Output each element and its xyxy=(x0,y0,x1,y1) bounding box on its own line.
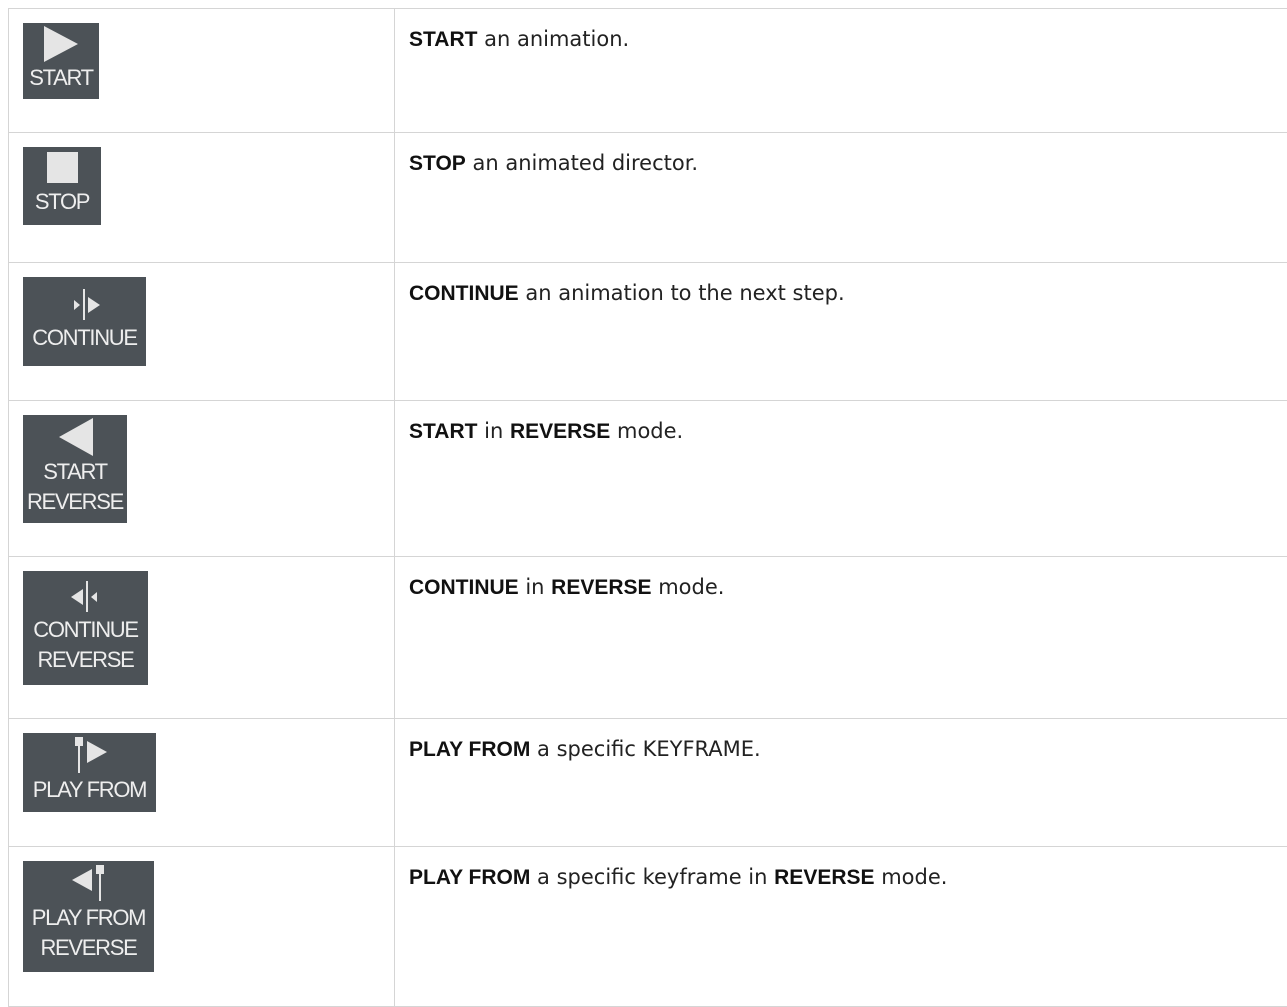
stop-icon xyxy=(23,151,101,187)
button-reference-table: START START an animation. STOP STOP an a… xyxy=(8,8,1287,1007)
button-label: STOP xyxy=(23,187,101,217)
play-from-reverse-button[interactable]: PLAY FROM REVERSE xyxy=(23,861,154,972)
description-cell: PLAY FROM a specific keyframe in REVERSE… xyxy=(395,847,1287,1007)
continue-reverse-icon xyxy=(23,579,148,615)
description-text: a specific KEYFRAME. xyxy=(530,737,760,761)
continue-button[interactable]: CONTINUE xyxy=(23,277,146,366)
continue-icon xyxy=(23,287,146,323)
button-label: REVERSE xyxy=(23,645,148,675)
button-label: REVERSE xyxy=(23,933,154,963)
description-keyword: PLAY FROM xyxy=(409,738,530,761)
button-label: START xyxy=(23,63,99,93)
table-row: START START an animation. xyxy=(9,9,1287,133)
description-keyword: REVERSE xyxy=(551,576,651,599)
icon-cell: START REVERSE xyxy=(9,401,395,557)
description-keyword: REVERSE xyxy=(774,866,874,889)
description-text: an animation. xyxy=(477,27,629,51)
button-label: START xyxy=(23,457,127,487)
table-row: STOP STOP an animated director. xyxy=(9,133,1287,263)
description-cell: STOP an animated director. xyxy=(395,133,1287,263)
button-label: PLAY FROM xyxy=(23,775,156,805)
start-button[interactable]: START xyxy=(23,23,99,99)
icon-cell: CONTINUE xyxy=(9,263,395,401)
play-from-button[interactable]: PLAY FROM xyxy=(23,733,156,812)
description-text: an animated director. xyxy=(466,151,698,175)
description-keyword: START xyxy=(409,28,477,51)
icon-cell: START xyxy=(9,9,395,133)
description-keyword: STOP xyxy=(409,152,466,175)
button-label: REVERSE xyxy=(23,487,127,517)
description-cell: CONTINUE in REVERSE mode. xyxy=(395,557,1287,719)
icon-cell: CONTINUE REVERSE xyxy=(9,557,395,719)
description-cell: START an animation. xyxy=(395,9,1287,133)
icon-cell: PLAY FROM xyxy=(9,719,395,847)
stop-button[interactable]: STOP xyxy=(23,147,101,225)
description-cell: CONTINUE an animation to the next step. xyxy=(395,263,1287,401)
button-label: CONTINUE xyxy=(23,615,148,645)
button-label: CONTINUE xyxy=(23,323,146,353)
reverse-play-icon xyxy=(23,417,127,457)
table-row: CONTINUE REVERSE CONTINUE in REVERSE mod… xyxy=(9,557,1287,719)
description-keyword: CONTINUE xyxy=(409,282,519,305)
description-cell: START in REVERSE mode. xyxy=(395,401,1287,557)
description-text: mode. xyxy=(652,575,725,599)
icon-cell: STOP xyxy=(9,133,395,263)
start-reverse-button[interactable]: START REVERSE xyxy=(23,415,127,523)
description-cell: PLAY FROM a specific KEYFRAME. xyxy=(395,719,1287,847)
description-text: mode. xyxy=(875,865,948,889)
play-from-icon xyxy=(23,735,156,775)
continue-reverse-button[interactable]: CONTINUE REVERSE xyxy=(23,571,148,685)
table-row: PLAY FROM REVERSE PLAY FROM a specific k… xyxy=(9,847,1287,1007)
description-keyword: PLAY FROM xyxy=(409,866,530,889)
description-keyword: REVERSE xyxy=(510,420,610,443)
description-text: mode. xyxy=(610,419,683,443)
icon-cell: PLAY FROM REVERSE xyxy=(9,847,395,1007)
description-text: in xyxy=(477,419,510,443)
description-text: an animation to the next step. xyxy=(519,281,845,305)
button-label: PLAY FROM xyxy=(23,903,154,933)
description-text: in xyxy=(519,575,552,599)
description-keyword: START xyxy=(409,420,477,443)
table-row: CONTINUE CONTINUE an animation to the ne… xyxy=(9,263,1287,401)
play-icon xyxy=(23,25,99,63)
table-row: START REVERSE START in REVERSE mode. xyxy=(9,401,1287,557)
table-row: PLAY FROM PLAY FROM a specific KEYFRAME. xyxy=(9,719,1287,847)
description-text: a specific keyframe in xyxy=(530,865,774,889)
play-from-reverse-icon xyxy=(23,863,154,903)
description-keyword: CONTINUE xyxy=(409,576,519,599)
